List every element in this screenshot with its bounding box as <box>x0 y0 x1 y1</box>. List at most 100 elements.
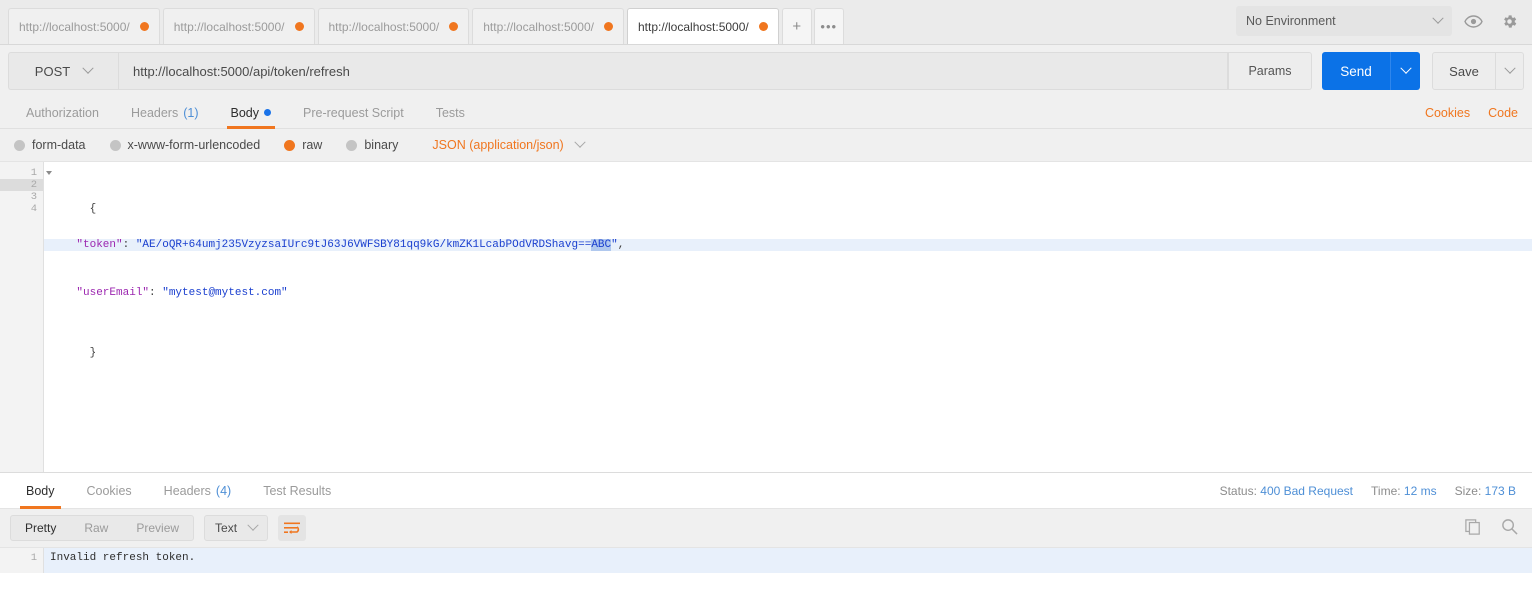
new-tab-button[interactable]: + <box>781 8 812 44</box>
chevron-down-icon <box>1432 12 1444 24</box>
cookies-link[interactable]: Cookies <box>1425 106 1470 120</box>
save-button-group: Save <box>1432 52 1524 90</box>
request-tab-label: http://localhost:5000/ <box>173 19 285 34</box>
response-tab-cookies[interactable]: Cookies <box>71 473 148 509</box>
tab-options-button[interactable]: ••• <box>813 8 844 44</box>
gutter-line-number: 1 <box>0 167 52 179</box>
status-value: 400 Bad Request <box>1260 483 1354 498</box>
response-view-switch: Pretty Raw Preview <box>10 515 195 541</box>
json-string-value: "mytest@mytest.com" <box>162 287 288 299</box>
content-type-label: JSON (application/json) <box>432 138 564 152</box>
tab-count: (1) <box>183 105 199 120</box>
tab-body[interactable]: Body <box>215 97 288 129</box>
word-wrap-icon <box>284 522 301 534</box>
gear-icon <box>1503 14 1516 28</box>
status-group: Status: 400 Bad Request <box>1220 484 1353 498</box>
environment-area: No Environment <box>1236 6 1524 36</box>
view-raw-button[interactable]: Raw <box>70 516 122 540</box>
response-tab-headers[interactable]: Headers (4) <box>148 473 248 509</box>
request-body-editor[interactable]: 1 2 3 4 { "token": "AE/oQR+64umj235Vzyzs… <box>0 161 1532 472</box>
response-body-viewer[interactable]: 1 Invalid refresh token. <box>0 547 1532 573</box>
url-input[interactable]: http://localhost:5000/api/token/refresh <box>118 52 1228 90</box>
body-type-row: form-data x-www-form-urlencoded raw bina… <box>0 129 1532 161</box>
request-tab-strip: http://localhost:5000/ http://localhost:… <box>0 0 1532 45</box>
tab-authorization[interactable]: Authorization <box>10 97 115 129</box>
size-label: Size: <box>1454 483 1482 498</box>
tab-pre-request-script[interactable]: Pre-request Script <box>287 97 420 129</box>
request-tabs-links: Cookies Code <box>1425 106 1518 120</box>
request-tab-label: http://localhost:5000/ <box>19 19 130 34</box>
send-button[interactable]: Send <box>1322 52 1390 90</box>
status-label: Status: <box>1219 483 1257 498</box>
editor-content[interactable]: { "token": "AE/oQR+64umj235VzyzsaIUrc9tJ… <box>44 162 1532 472</box>
fold-arrow-icon[interactable] <box>46 171 52 175</box>
request-tab[interactable]: http://localhost:5000/ <box>8 8 160 44</box>
chevron-down-icon <box>574 136 586 148</box>
response-toolbar: Pretty Raw Preview Text <box>0 509 1532 547</box>
send-button-group: Send <box>1322 52 1420 90</box>
settings-button[interactable] <box>1494 6 1524 36</box>
json-colon: : <box>149 287 163 299</box>
gutter-line-number: 3 <box>30 191 37 203</box>
copy-button[interactable] <box>1465 518 1481 538</box>
response-tab-body[interactable]: Body <box>10 473 71 509</box>
json-close-brace: } <box>89 347 97 359</box>
code-line: "userEmail": "mytest@mytest.com" <box>44 287 1532 299</box>
chevron-down-icon <box>1503 62 1516 74</box>
editor-gutter: 1 2 3 4 <box>0 162 52 472</box>
code-line: { <box>44 191 1532 215</box>
radio-selected-icon <box>284 139 296 151</box>
response-gutter: 1 <box>0 548 44 573</box>
code-link[interactable]: Code <box>1488 106 1518 120</box>
body-type-label: x-www-form-urlencoded <box>127 138 261 152</box>
request-tab[interactable]: http://localhost:5000/ <box>317 8 470 44</box>
json-comma: , <box>617 239 625 251</box>
body-type-label: form-data <box>32 138 86 152</box>
request-tab-active[interactable]: http://localhost:5000/ <box>627 8 779 44</box>
response-format-select[interactable]: Text <box>204 515 269 541</box>
response-toolbar-actions <box>1465 518 1518 538</box>
response-section-tabs: Body Cookies Headers (4) Test Results St… <box>0 473 1532 509</box>
send-options-button[interactable] <box>1390 52 1420 90</box>
environment-quick-look-button[interactable] <box>1458 6 1488 36</box>
save-button[interactable]: Save <box>1432 52 1496 90</box>
unsaved-dot-icon <box>449 22 459 31</box>
save-options-button[interactable] <box>1496 52 1524 90</box>
environment-selected-label: No Environment <box>1246 14 1336 28</box>
tab-label: Tests <box>435 105 465 120</box>
body-type-binary[interactable]: binary <box>346 138 398 152</box>
body-type-raw[interactable]: raw <box>284 138 322 152</box>
body-type-form-data[interactable]: form-data <box>14 138 86 152</box>
radio-icon <box>109 139 121 151</box>
environment-select[interactable]: No Environment <box>1236 6 1452 36</box>
request-tab[interactable]: http://localhost:5000/ <box>472 8 624 44</box>
search-button[interactable] <box>1501 518 1518 538</box>
response-status-summary: Status: 400 Bad Request Time: 12 ms Size… <box>1220 484 1516 498</box>
tab-headers[interactable]: Headers (1) <box>115 97 215 129</box>
http-method-select[interactable]: POST <box>8 52 118 90</box>
time-value: 12 ms <box>1403 483 1437 498</box>
tab-label: Authorization <box>26 105 99 120</box>
params-button[interactable]: Params <box>1228 52 1312 90</box>
view-pretty-button[interactable]: Pretty <box>11 516 70 540</box>
view-preview-button[interactable]: Preview <box>122 516 193 540</box>
tab-label: Pre-request Script <box>303 105 404 120</box>
response-tab-test-results[interactable]: Test Results <box>247 473 347 509</box>
body-type-urlencoded[interactable]: x-www-form-urlencoded <box>109 138 261 152</box>
word-wrap-button[interactable] <box>278 515 307 541</box>
request-tab[interactable]: http://localhost:5000/ <box>162 8 315 44</box>
content-type-select[interactable]: JSON (application/json) <box>432 136 586 152</box>
unsaved-dot-icon <box>604 22 613 31</box>
body-type-label: raw <box>302 138 323 152</box>
request-url-bar: POST http://localhost:5000/api/token/ref… <box>0 45 1532 97</box>
request-tab-label: http://localhost:5000/ <box>483 19 594 34</box>
json-string-value: "AE/oQR+64umj235VzyzsaIUrc9tJ63J6VWFSBY8… <box>135 239 592 251</box>
json-colon: : <box>122 239 136 251</box>
code-line: } <box>44 335 1532 359</box>
tab-count: (4) <box>215 483 232 498</box>
line-number: 1 <box>30 167 37 179</box>
unsaved-dot-icon <box>294 22 304 31</box>
tab-tests[interactable]: Tests <box>420 97 481 129</box>
tab-label: Headers <box>163 483 211 498</box>
